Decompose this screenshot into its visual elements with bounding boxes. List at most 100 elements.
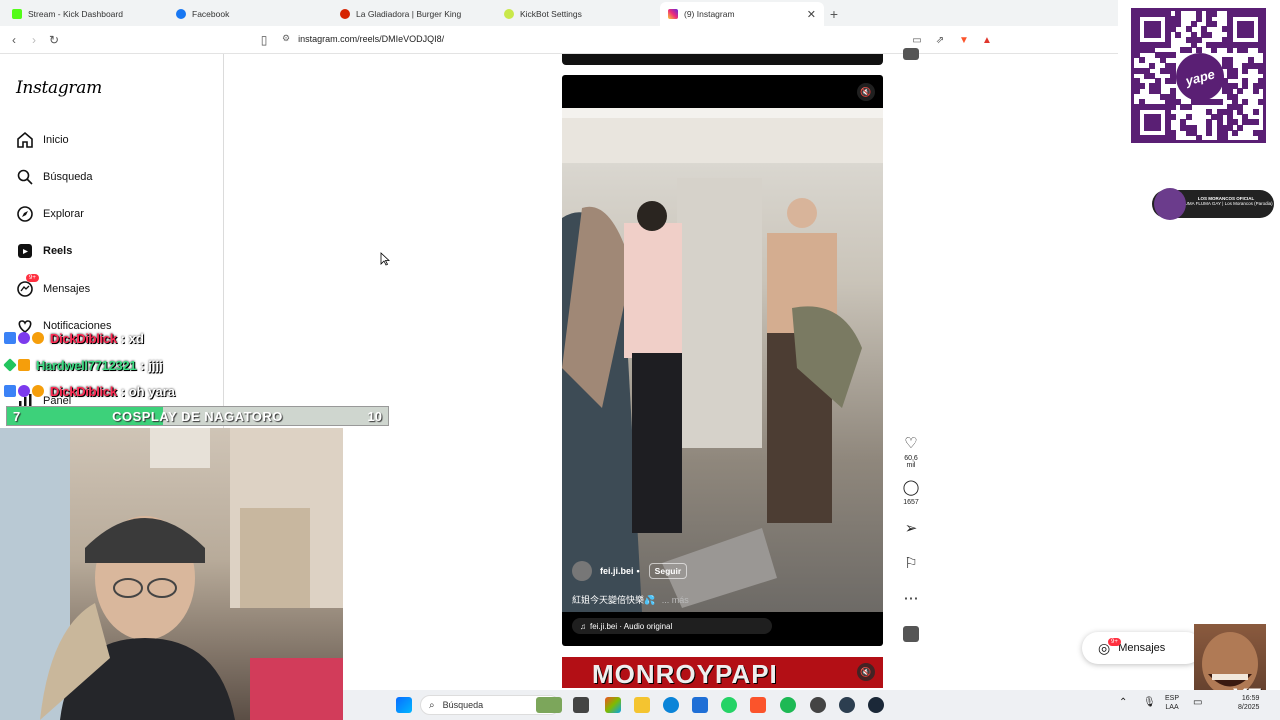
tab-instagram[interactable]: (9) Instagram ✕ xyxy=(660,2,824,26)
windows-taskbar: ⌕ Búsqueda ⌃ 🎙 ESP LAA ▭ 16:59 8/2025 xyxy=(343,690,1280,720)
back-icon[interactable]: ‹ xyxy=(6,32,22,48)
share-icon[interactable]: ⇗ xyxy=(933,33,947,47)
like-action[interactable]: ♡ 60,6 mil xyxy=(900,436,922,470)
qr-module xyxy=(1221,41,1228,48)
language-indicator[interactable]: ESP LAA xyxy=(1165,694,1179,712)
url-text: instagram.com/reels/DMIeVODJQI8/ xyxy=(298,33,445,44)
sidebar-item-mensajes[interactable]: 9+ Mensajes xyxy=(16,274,90,299)
qr-module xyxy=(1149,62,1156,69)
qr-module xyxy=(1134,129,1140,136)
sidebar-item-reels[interactable]: Reels xyxy=(16,241,72,261)
audio-link[interactable]: ♫ fei.ji.bei · Audio original xyxy=(572,618,772,634)
qr-module xyxy=(1154,103,1161,110)
reload-icon[interactable]: ↻ xyxy=(46,32,62,48)
more-options[interactable]: ⋯ xyxy=(900,591,922,607)
address-bar[interactable]: ⚙ instagram.com/reels/DMIeVODJQI8/ xyxy=(282,33,444,44)
qr-module xyxy=(1252,62,1259,69)
qr-module xyxy=(1211,47,1218,54)
network-icon[interactable]: ▭ xyxy=(1193,698,1202,708)
store-icon[interactable] xyxy=(692,697,708,713)
qr-module xyxy=(1154,26,1161,33)
spotify-icon[interactable] xyxy=(780,697,796,713)
clock[interactable]: 16:59 8/2025 xyxy=(1238,694,1259,712)
yape-qr-code: yape xyxy=(1131,8,1266,143)
qr-module xyxy=(1226,31,1233,38)
steam-icon[interactable] xyxy=(868,697,884,713)
bookmark-icon[interactable]: ▯ xyxy=(256,32,272,48)
reel-video[interactable] xyxy=(562,108,883,612)
sidebar-item-explorar[interactable]: Explorar xyxy=(16,204,84,224)
qr-module xyxy=(1144,124,1151,131)
banner-subtitle: FLUMA FLUMA GAY | Los Morancos (Parodia) xyxy=(1179,201,1273,206)
bookmark-icon[interactable]: ⚐ xyxy=(900,556,922,572)
qr-module xyxy=(1190,36,1197,43)
mute-icon[interactable]: 🔇 xyxy=(857,83,875,101)
tray-overflow-icon[interactable]: ⌃ xyxy=(1119,698,1127,708)
qr-module xyxy=(1175,31,1182,38)
windows-start-icon[interactable] xyxy=(396,697,412,713)
sidebar-item-inicio[interactable]: Inicio xyxy=(16,130,69,150)
copilot-icon[interactable] xyxy=(605,697,621,713)
more-icon[interactable]: ⋯ xyxy=(900,591,922,607)
qr-module xyxy=(1164,62,1171,69)
edge-icon[interactable] xyxy=(663,697,679,713)
site-info-icon[interactable]: ⚙ xyxy=(282,33,290,44)
audio-cover-icon[interactable] xyxy=(903,48,919,60)
previous-audio-thumbnail[interactable] xyxy=(900,48,922,60)
qr-module xyxy=(1185,103,1192,110)
follow-button[interactable]: Seguir xyxy=(648,563,688,579)
share-action[interactable]: ➢ xyxy=(900,521,922,537)
qr-module xyxy=(1164,93,1171,100)
qr-module xyxy=(1170,62,1177,69)
forward-icon[interactable]: › xyxy=(26,32,42,48)
audio-cover-icon[interactable] xyxy=(903,626,919,642)
save-action[interactable]: ⚐ xyxy=(900,556,922,572)
widgets-icon[interactable] xyxy=(536,697,562,713)
mute-icon[interactable]: 🔇 xyxy=(857,663,875,681)
qr-module xyxy=(1206,119,1213,126)
qr-module xyxy=(1175,21,1182,28)
qr-module xyxy=(1164,134,1171,141)
new-tab-button[interactable]: + xyxy=(824,2,844,26)
qr-module xyxy=(1190,124,1197,131)
cast-icon[interactable]: ▭ xyxy=(910,33,924,47)
whatsapp-icon[interactable] xyxy=(721,697,737,713)
more-link[interactable]: ... más xyxy=(662,595,689,605)
compass-icon xyxy=(17,206,33,222)
instagram-logo[interactable]: Instagram xyxy=(16,78,102,98)
close-tab-icon[interactable]: ✕ xyxy=(807,8,816,21)
qr-module xyxy=(1134,67,1140,74)
poll-right-count: 10 xyxy=(367,409,382,424)
messages-pill[interactable]: ◎ 9+ Mensajes xyxy=(1082,632,1202,664)
qr-module xyxy=(1247,11,1254,17)
reel-player[interactable]: 🔇 fei.ji.bei • Seguir 紅姐今天變倍快樂💦 ... más … xyxy=(562,75,883,646)
app-icon[interactable] xyxy=(839,697,855,713)
tab-kickbot-settings[interactable]: KickBot Settings xyxy=(496,2,660,26)
task-view-icon[interactable] xyxy=(573,697,589,713)
obs-icon[interactable] xyxy=(810,697,826,713)
next-reel[interactable]: MONROYPAPI 🔇 xyxy=(562,657,883,688)
qr-module xyxy=(1180,47,1187,54)
tab-kick-dashboard[interactable]: Stream - Kick Dashboard xyxy=(4,2,168,26)
brave-shield-icon[interactable]: ▼ xyxy=(957,33,971,47)
send-icon[interactable]: ➢ xyxy=(900,521,922,537)
author-avatar[interactable] xyxy=(572,561,592,581)
tab-facebook[interactable]: Facebook xyxy=(168,2,332,26)
tab-burger-king[interactable]: La Gladiadora | Burger King xyxy=(332,2,496,26)
microphone-icon[interactable]: 🎙 xyxy=(1143,698,1156,708)
comment-action[interactable]: ◯ 1657 xyxy=(900,480,922,507)
brave-icon[interactable] xyxy=(750,697,766,713)
qr-module xyxy=(1170,98,1177,105)
qr-module xyxy=(1139,83,1146,90)
comment-icon[interactable]: ◯ xyxy=(900,480,922,496)
heart-icon[interactable]: ♡ xyxy=(900,436,922,452)
previous-reel[interactable] xyxy=(562,54,883,65)
tab-label: KickBot Settings xyxy=(520,9,582,19)
brave-rewards-icon[interactable]: ▲ xyxy=(980,33,994,47)
audio-thumbnail[interactable] xyxy=(900,626,922,642)
qr-module xyxy=(1170,134,1177,141)
qr-module xyxy=(1226,41,1233,48)
file-explorer-icon[interactable] xyxy=(634,697,650,713)
author-username[interactable]: fei.ji.bei xyxy=(600,566,634,576)
sidebar-item-busqueda[interactable]: Búsqueda xyxy=(16,167,93,187)
